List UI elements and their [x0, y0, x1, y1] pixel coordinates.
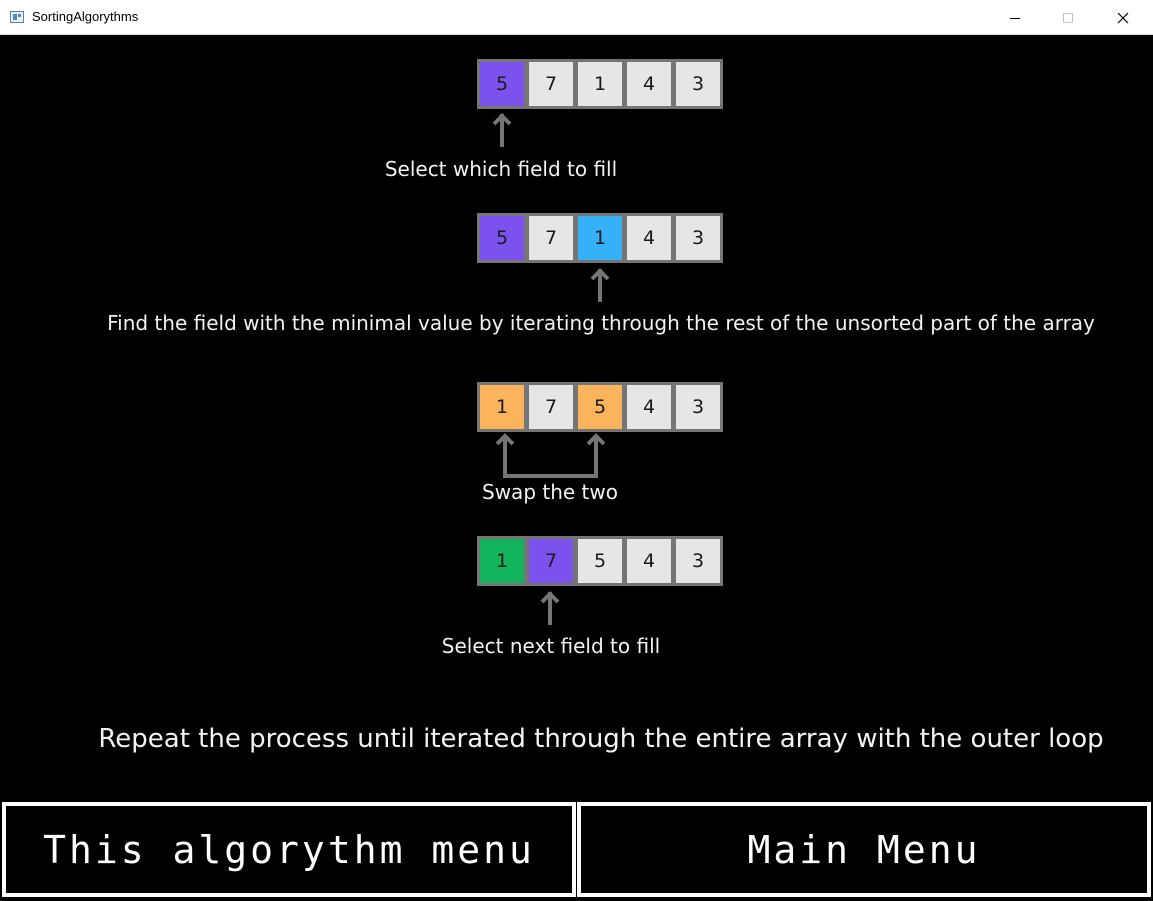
- arrow-up-icon: [590, 268, 610, 302]
- step-caption: Select next field to fill: [441, 634, 661, 658]
- step-caption: Swap the two: [482, 480, 618, 504]
- step-caption: Select which field to fill: [384, 157, 618, 181]
- maximize-icon: [1063, 12, 1073, 23]
- array-cell: 3: [673, 213, 723, 263]
- arrow-up-icon: [540, 591, 560, 625]
- array-cell: 3: [673, 536, 723, 586]
- array-cell: 7: [526, 213, 576, 263]
- window-title: SortingAlgorythms: [32, 9, 139, 24]
- algorithm-menu-button[interactable]: This algorythm menu: [2, 802, 576, 897]
- array-cell: 3: [673, 382, 723, 432]
- array-cell: 7: [526, 536, 576, 586]
- array-row-step-3: 1 7 5 4 3: [477, 382, 723, 432]
- minimize-button[interactable]: [992, 0, 1038, 35]
- array-cell: 4: [624, 382, 674, 432]
- array-cell: 5: [477, 213, 527, 263]
- title-bar: SortingAlgorythms: [0, 0, 1153, 35]
- explanation-panel: 5 7 1 4 3 Select which field to fill 5 7…: [0, 36, 1153, 800]
- array-cell: 1: [477, 536, 527, 586]
- array-cell: 1: [575, 213, 625, 263]
- step-caption: Find the field with the minimal value by…: [107, 311, 1095, 335]
- app-window-icon: [10, 11, 24, 23]
- array-row-step-2: 5 7 1 4 3: [477, 213, 723, 263]
- array-row-step-1: 5 7 1 4 3: [477, 59, 723, 109]
- arrow-up-icon: [492, 113, 512, 147]
- close-icon: [1117, 12, 1129, 23]
- repeat-note: Repeat the process until iterated throug…: [98, 724, 1104, 754]
- bottom-navigation: This algorythm menu Main Menu: [0, 800, 1153, 901]
- array-cell: 5: [575, 536, 625, 586]
- array-cell: 7: [526, 59, 576, 109]
- array-cell: 1: [477, 382, 527, 432]
- swap-arrow-icon: [495, 433, 606, 478]
- main-menu-button[interactable]: Main Menu: [577, 802, 1151, 897]
- array-cell: 3: [673, 59, 723, 109]
- array-cell: 4: [624, 536, 674, 586]
- array-cell: 4: [624, 213, 674, 263]
- array-row-step-4: 1 7 5 4 3: [477, 536, 723, 586]
- array-cell: 7: [526, 382, 576, 432]
- array-cell: 4: [624, 59, 674, 109]
- array-cell: 5: [477, 59, 527, 109]
- minimize-icon: [1010, 17, 1020, 19]
- array-cell: 1: [575, 59, 625, 109]
- maximize-button[interactable]: [1045, 0, 1091, 35]
- array-cell: 5: [575, 382, 625, 432]
- close-button[interactable]: [1100, 0, 1146, 35]
